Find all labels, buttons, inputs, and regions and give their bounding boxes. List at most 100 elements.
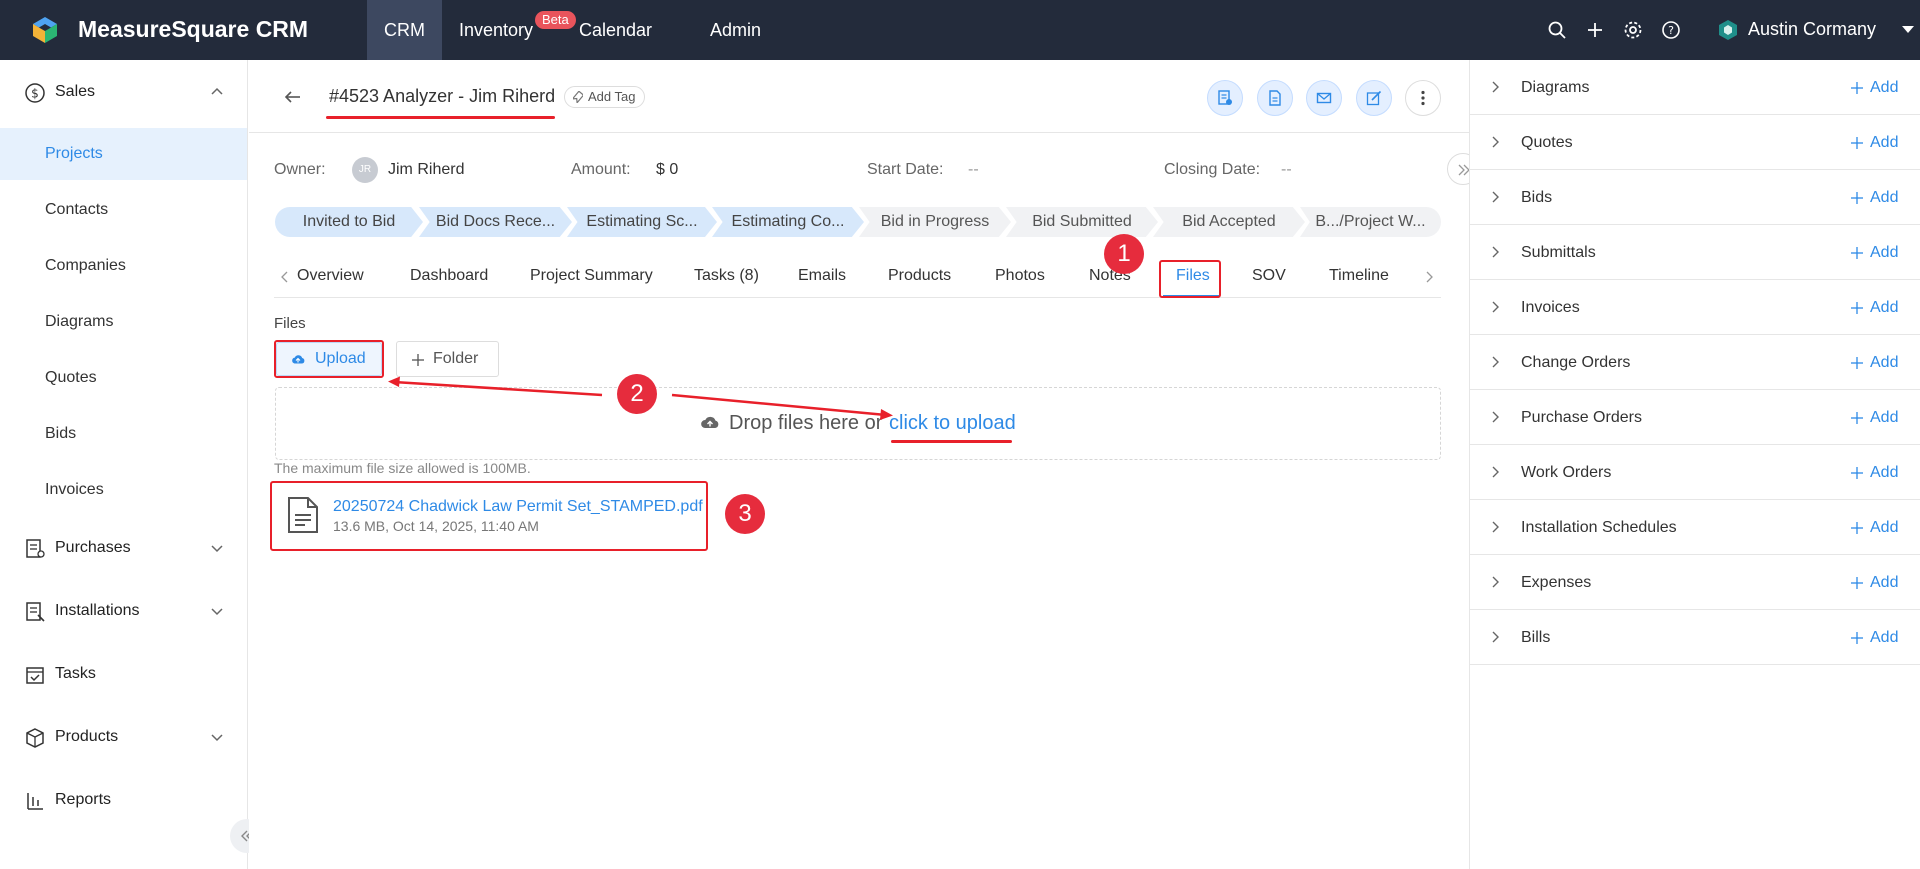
panel-section-quotes[interactable]: Quotes Add (1470, 115, 1920, 170)
more-options-button[interactable] (1405, 80, 1441, 116)
sidebar-section-installations[interactable]: Installations (0, 590, 247, 634)
tab-products[interactable]: Products (888, 267, 951, 285)
panel-add-submittals-button[interactable]: Add (1850, 244, 1898, 262)
back-arrow-icon[interactable] (282, 86, 304, 108)
email-button[interactable] (1306, 80, 1342, 116)
sidebar-installations-label: Installations (55, 602, 140, 619)
panel-add-invoices-button[interactable]: Add (1850, 299, 1898, 317)
closing-date-value[interactable]: -- (1281, 161, 1292, 179)
stage-bid-accepted[interactable]: Bid Accepted (1153, 207, 1305, 237)
panel-add-expenses-button[interactable]: Add (1850, 574, 1898, 592)
start-date-label: Start Date: (867, 161, 944, 178)
panel-add-label: Add (1870, 134, 1899, 151)
panel-add-label: Add (1870, 79, 1899, 96)
panel-section-purchase-orders[interactable]: Purchase Orders Add (1470, 390, 1920, 445)
annotation-title-underline (326, 116, 555, 119)
stage-bid-submitted[interactable]: Bid Submitted (1006, 207, 1158, 237)
panel-section-invoices[interactable]: Invoices Add (1470, 280, 1920, 335)
sidebar-sales-label: Sales (55, 83, 96, 100)
panel-add-change-orders-button[interactable]: Add (1850, 354, 1898, 372)
nav-crm[interactable]: CRM (367, 0, 442, 60)
gear-icon[interactable] (1622, 19, 1644, 41)
panel-section-work-orders[interactable]: Work Orders Add (1470, 445, 1920, 500)
panel-section-bids[interactable]: Bids Add (1470, 170, 1920, 225)
project-title: #4523 Analyzer - Jim Riherd (329, 86, 556, 106)
tab-project-summary[interactable]: Project Summary (530, 267, 653, 285)
sidebar-section-purchases[interactable]: Purchases (0, 527, 247, 571)
document-button[interactable] (1257, 80, 1293, 116)
tab-photos[interactable]: Photos (995, 267, 1045, 285)
plus-icon[interactable] (1584, 19, 1606, 41)
sidebar-item-invoices[interactable]: Invoices (0, 464, 247, 516)
chevron-right-icon (1492, 191, 1499, 203)
edit-button[interactable] (1356, 80, 1392, 116)
tab-sov[interactable]: SOV (1252, 267, 1286, 285)
sidebar-item-projects[interactable]: Projects (0, 128, 247, 180)
plus-icon (1851, 302, 1863, 314)
panel-add-work-orders-button[interactable]: Add (1850, 464, 1898, 482)
files-section-label: Files (274, 315, 306, 332)
brand-name[interactable]: MeasureSquare CRM (78, 16, 308, 43)
sidebar-section-reports[interactable]: Reports (0, 779, 247, 823)
sidebar-item-bids[interactable]: Bids (0, 408, 247, 460)
amount-value[interactable]: $ 0 (656, 161, 678, 179)
panel-section-label: Bills (1521, 629, 1551, 646)
stage-bid-docs-received[interactable]: Bid Docs Rece... (419, 207, 572, 237)
stage-estimating-complete[interactable]: Estimating Co... (712, 207, 864, 237)
user-avatar-icon[interactable] (1716, 18, 1740, 42)
panel-add-quotes-button[interactable]: Add (1850, 134, 1898, 152)
panel-section-label: Installation Schedules (1521, 519, 1677, 536)
tabs-scroll-left-icon[interactable] (279, 270, 291, 284)
panel-section-submittals[interactable]: Submittals Add (1470, 225, 1920, 280)
start-date-value[interactable]: -- (968, 161, 979, 179)
panel-section-label: Change Orders (1521, 354, 1631, 371)
sidebar-item-diagrams[interactable]: Diagrams (0, 296, 247, 348)
document-icon (1269, 90, 1281, 106)
user-menu-caret-icon[interactable] (1902, 26, 1914, 33)
tab-emails[interactable]: Emails (798, 267, 846, 285)
click-to-upload-link[interactable]: click to upload (889, 412, 1016, 435)
nav-calendar[interactable]: Calendar (562, 0, 669, 60)
sidebar-item-quotes[interactable]: Quotes (0, 352, 247, 404)
add-tag-label: Add Tag (588, 89, 636, 104)
panel-section-change-orders[interactable]: Change Orders Add (1470, 335, 1920, 390)
project-data-button[interactable] (1207, 80, 1243, 116)
panel-section-bills[interactable]: Bills Add (1470, 610, 1920, 665)
sidebar-item-contacts[interactable]: Contacts (0, 184, 247, 236)
panel-section-diagrams[interactable]: Diagrams Add (1470, 60, 1920, 115)
tab-overview[interactable]: Overview (297, 267, 364, 285)
chevron-down-icon (211, 734, 223, 742)
stage-bid-in-progress[interactable]: Bid in Progress (859, 207, 1011, 237)
plus-icon (1851, 577, 1863, 589)
file-size-limit-text: The maximum file size allowed is 100MB. (274, 460, 531, 476)
stage-project-won[interactable]: B.../Project W... (1300, 207, 1441, 237)
tab-dashboard[interactable]: Dashboard (410, 267, 488, 285)
stage-invited-to-bid[interactable]: Invited to Bid (275, 207, 423, 237)
sidebar-section-tasks[interactable]: Tasks (0, 653, 247, 697)
panel-section-expenses[interactable]: Expenses Add (1470, 555, 1920, 610)
panel-add-bills-button[interactable]: Add (1850, 629, 1898, 647)
tabs-scroll-right-icon[interactable] (1423, 270, 1435, 284)
search-icon[interactable] (1546, 19, 1568, 41)
panel-section-installation-schedules[interactable]: Installation Schedules Add (1470, 500, 1920, 555)
tab-tasks[interactable]: Tasks (8) (694, 267, 759, 285)
panel-add-label: Add (1870, 464, 1899, 481)
owner-name[interactable]: Jim Riherd (388, 161, 464, 179)
sidebar-section-products[interactable]: Products (0, 716, 247, 760)
panel-add-purchase-orders-button[interactable]: Add (1850, 409, 1898, 427)
panel-add-label: Add (1870, 519, 1899, 536)
stage-estimating-scheduled[interactable]: Estimating Sc... (567, 207, 717, 237)
add-tag-button[interactable]: Add Tag (564, 86, 646, 108)
panel-add-label: Add (1870, 244, 1899, 261)
tab-timeline[interactable]: Timeline (1329, 267, 1389, 285)
nav-admin[interactable]: Admin (693, 0, 778, 60)
help-icon[interactable]: ? (1660, 19, 1682, 41)
sidebar-section-sales[interactable]: $ Sales (0, 71, 247, 115)
panel-add-diagrams-button[interactable]: Add (1850, 79, 1898, 97)
sidebar-item-companies[interactable]: Companies (0, 240, 247, 292)
nav-inventory[interactable]: Inventory (442, 0, 550, 60)
panel-add-installation-schedules-button[interactable]: Add (1850, 519, 1898, 537)
user-name[interactable]: Austin Cormany (1748, 19, 1876, 40)
tabs-divider (274, 297, 1441, 298)
panel-add-bids-button[interactable]: Add (1850, 189, 1898, 207)
